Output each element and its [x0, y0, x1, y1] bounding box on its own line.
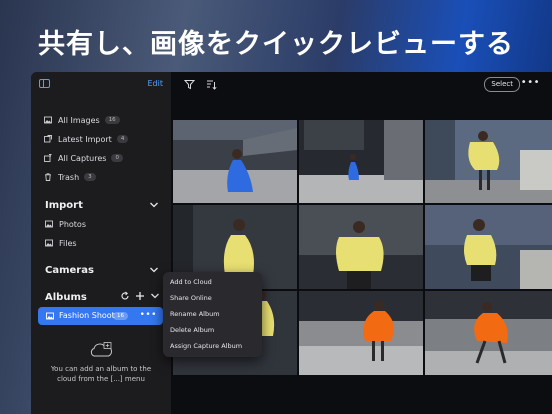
select-button[interactable]: Select [484, 77, 520, 92]
photo-thumbnail[interactable] [299, 291, 423, 375]
trash-icon [45, 173, 51, 181]
count-badge: 0 [111, 154, 123, 162]
count-badge: 4 [116, 135, 129, 143]
album-context-menu: Add to Cloud Share Online Rename Album D… [163, 272, 262, 357]
menu-item-delete-album[interactable]: Delete Album [170, 326, 214, 334]
filter-icon[interactable] [184, 79, 195, 90]
photo-icon [44, 116, 52, 124]
cloud-hint: You can add an album to the cloud from t… [50, 365, 152, 383]
photo-icon [45, 220, 53, 228]
import-icon [44, 135, 52, 143]
album-label: Fashion Shoot [59, 311, 115, 320]
section-title: Import [45, 199, 83, 211]
more-icon[interactable]: ••• [140, 310, 157, 320]
section-cameras-header[interactable]: Cameras [45, 263, 159, 277]
sidebar-item-label: All Images [58, 115, 100, 125]
photo-thumbnail[interactable] [425, 205, 552, 289]
sidebar-toggle-icon[interactable] [39, 79, 50, 88]
sidebar-item-all-captures[interactable]: All Captures 0 [44, 151, 123, 165]
album-item-selected[interactable]: Fashion Shoot 16 ••• [38, 307, 163, 325]
chevron-down-icon[interactable] [149, 265, 159, 275]
sort-icon[interactable] [206, 79, 217, 90]
sidebar-item-files[interactable]: Files [45, 236, 77, 250]
image-browser: Select ••• [171, 72, 552, 414]
menu-item-assign-capture-album[interactable]: Assign Capture Album [170, 342, 242, 350]
photo-thumbnail[interactable] [425, 120, 552, 203]
menu-item-rename-album[interactable]: Rename Album [170, 310, 220, 318]
menu-item-add-to-cloud[interactable]: Add to Cloud [170, 278, 212, 286]
sidebar-item-photos[interactable]: Photos [45, 217, 86, 231]
cloud-add-icon [90, 342, 113, 357]
sidebar-item-label: All Captures [58, 153, 107, 163]
sidebar-item-label: Trash [58, 172, 80, 182]
refresh-icon[interactable] [120, 291, 130, 301]
edit-button[interactable]: Edit [148, 79, 164, 88]
sidebar-item-label: Latest Import [58, 134, 112, 144]
hero-title: 共有し、画像をクイックレビューする [38, 29, 514, 60]
sidebar-item-label: Photos [59, 219, 86, 229]
count-badge: 3 [84, 173, 96, 181]
menu-item-share-online[interactable]: Share Online [170, 294, 212, 302]
chevron-down-icon[interactable] [149, 200, 159, 210]
sidebar: Edit All Images 16 Latest Import 4 All C… [31, 72, 171, 414]
count-badge: 16 [113, 312, 128, 320]
sidebar-header: Edit [31, 72, 171, 96]
photo-thumbnail[interactable] [173, 120, 297, 203]
photo-icon [46, 312, 54, 320]
photo-thumbnail[interactable] [299, 120, 423, 203]
plus-icon[interactable] [135, 291, 145, 301]
sidebar-item-label: Files [59, 238, 77, 248]
chevron-down-icon[interactable] [150, 291, 160, 301]
photo-thumbnail[interactable] [425, 291, 552, 375]
sidebar-item-all-images[interactable]: All Images 16 [44, 113, 120, 127]
app-window: Edit All Images 16 Latest Import 4 All C… [31, 72, 552, 414]
album-actions [120, 290, 160, 302]
section-title: Cameras [45, 264, 94, 276]
sidebar-item-latest-import[interactable]: Latest Import 4 [44, 132, 129, 146]
sidebar-item-trash[interactable]: Trash 3 [44, 170, 96, 184]
section-import-header[interactable]: Import [45, 198, 159, 212]
capture-icon [44, 154, 52, 162]
more-icon[interactable]: ••• [521, 77, 540, 88]
toolbar: Select ••• [171, 72, 552, 96]
photo-thumbnail[interactable] [299, 205, 423, 289]
section-title: Albums [45, 291, 87, 303]
file-icon [45, 239, 53, 247]
count-badge: 16 [104, 116, 120, 124]
